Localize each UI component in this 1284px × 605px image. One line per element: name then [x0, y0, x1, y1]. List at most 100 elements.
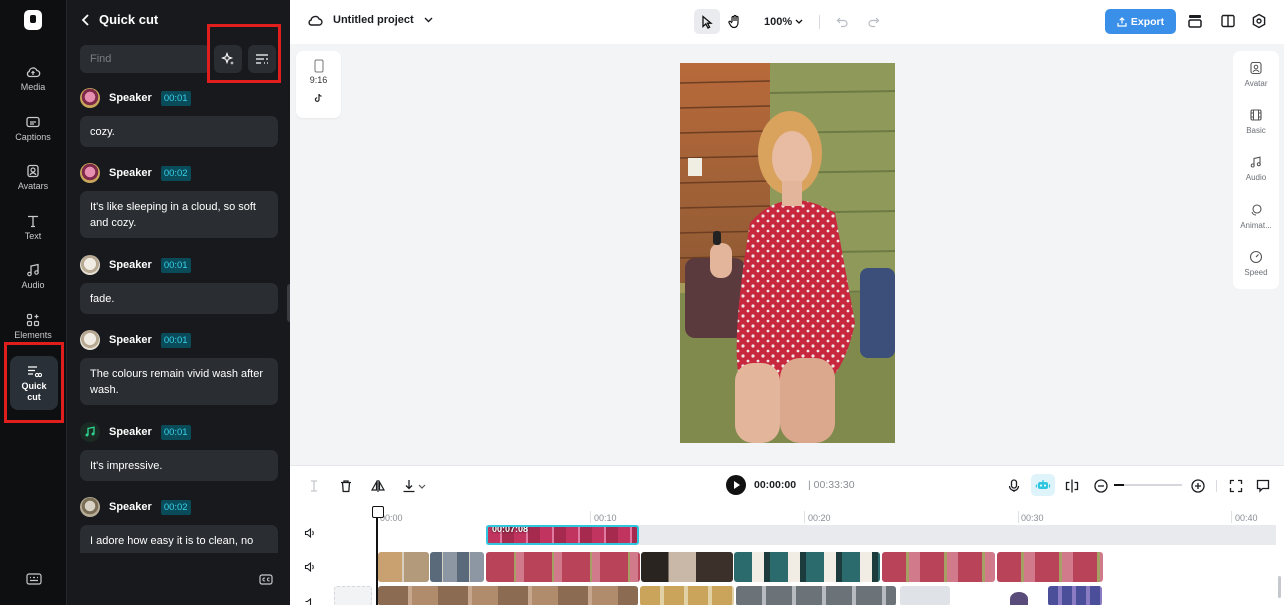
- transcript-text[interactable]: cozy.: [80, 116, 278, 147]
- export-button[interactable]: Export: [1105, 9, 1176, 34]
- trash-icon[interactable]: [338, 478, 354, 494]
- speaker-name: Speaker: [109, 501, 152, 513]
- speaker-row[interactable]: Speaker 00:01: [80, 254, 191, 276]
- timecode-badge[interactable]: 00:01: [160, 332, 191, 348]
- ruler-divider: [1018, 511, 1019, 523]
- canvas-tools: 100%: [694, 9, 880, 34]
- video-clip[interactable]: [430, 552, 484, 582]
- timecode-badge[interactable]: 00:02: [160, 499, 191, 515]
- rail-item-media[interactable]: Media: [5, 64, 61, 110]
- settings-gear-icon[interactable]: [1251, 13, 1267, 29]
- keyboard-icon[interactable]: [26, 572, 42, 586]
- speaker-row[interactable]: Speaker 00:01: [80, 329, 191, 351]
- video-preview[interactable]: [680, 63, 895, 443]
- zoom-level[interactable]: 100%: [764, 16, 792, 28]
- microphone-icon[interactable]: [1006, 478, 1022, 494]
- comment-icon[interactable]: [1255, 478, 1271, 494]
- captions-icon: [26, 116, 40, 128]
- split-layout-icon[interactable]: [1220, 13, 1236, 29]
- video-clip[interactable]: [736, 586, 896, 605]
- chevron-down-icon[interactable]: [795, 19, 803, 25]
- fit-screen-icon[interactable]: [1228, 478, 1244, 494]
- video-clip[interactable]: [900, 586, 950, 605]
- video-clip[interactable]: [1048, 586, 1102, 605]
- clip-duration-label: 00:07:08: [492, 525, 529, 534]
- panel-footer: [67, 553, 291, 605]
- phone-frame-icon: [314, 59, 323, 73]
- time-ruler[interactable]: 00:00 00:10 00:20 00:30 00:40: [376, 506, 1284, 524]
- back-chevron-icon[interactable]: [81, 13, 91, 26]
- video-clip[interactable]: [641, 552, 733, 582]
- speaker-volume-icon[interactable]: [304, 527, 316, 539]
- transcript-text[interactable]: It's like sleeping in a cloud, so soft a…: [80, 191, 278, 238]
- music-note-icon: [85, 426, 95, 437]
- speaker-volume-icon[interactable]: [304, 598, 316, 605]
- video-clip[interactable]: [997, 552, 1103, 582]
- video-clip[interactable]: [486, 552, 640, 582]
- rail-item-avatars[interactable]: Avatars: [5, 163, 61, 209]
- timecode-badge[interactable]: 00:01: [160, 424, 191, 440]
- timecode-badge[interactable]: 00:01: [160, 257, 191, 273]
- ai-magic-button[interactable]: [1031, 474, 1055, 496]
- split-cursor-icon[interactable]: [306, 478, 322, 494]
- total-time-value: 00:33:30: [813, 479, 855, 491]
- timecode-badge[interactable]: 00:02: [160, 165, 191, 181]
- right-tool-panel: Avatar Basic Audio Animat... Speed: [1233, 51, 1279, 289]
- timeline-scrollbar[interactable]: [1278, 576, 1281, 598]
- project-title-group[interactable]: Untitled project: [307, 13, 433, 27]
- video-clip[interactable]: [640, 586, 734, 605]
- zoom-out-icon[interactable]: [1093, 478, 1109, 494]
- video-clip[interactable]: [378, 552, 429, 582]
- download-icon[interactable]: [401, 478, 417, 494]
- transcript-text[interactable]: The colours remain vivid wash after wash…: [80, 358, 278, 405]
- hand-icon[interactable]: [728, 14, 742, 29]
- tool-animation[interactable]: Animat...: [1233, 203, 1279, 230]
- tool-speed[interactable]: Speed: [1233, 250, 1279, 277]
- preview-canvas: 9:16 Avatar Basic Audio Animat... Speed: [290, 44, 1284, 465]
- speaker-row[interactable]: Speaker 00:02: [80, 496, 191, 518]
- timeline-zoom-slider[interactable]: [1114, 484, 1182, 486]
- closed-captions-icon[interactable]: [259, 574, 273, 585]
- tool-avatar[interactable]: Avatar: [1233, 61, 1279, 88]
- layers-stack-icon[interactable]: [1187, 13, 1203, 29]
- empty-slot[interactable]: [334, 586, 372, 605]
- speaker-row[interactable]: Speaker 00:01: [80, 421, 191, 443]
- video-clip[interactable]: [378, 586, 638, 605]
- app-logo-icon[interactable]: [24, 10, 42, 30]
- rail-label: Captions: [15, 132, 51, 142]
- speaker-name: Speaker: [109, 92, 152, 104]
- transcript-text[interactable]: It's impressive.: [80, 450, 278, 481]
- chevron-down-icon[interactable]: [417, 478, 427, 494]
- timecode-badge[interactable]: 00:01: [160, 90, 191, 106]
- play-button[interactable]: [726, 475, 746, 495]
- transcript-text[interactable]: fade.: [80, 283, 278, 314]
- speaker-name: Speaker: [109, 167, 152, 179]
- split-clip-icon[interactable]: [1064, 478, 1080, 494]
- rail-item-captions[interactable]: Captions: [5, 114, 61, 160]
- speaker-row[interactable]: Speaker 00:02: [80, 162, 191, 184]
- rail-item-audio[interactable]: Audio: [5, 262, 61, 308]
- undo-icon[interactable]: [836, 16, 848, 28]
- tool-audio[interactable]: Audio: [1233, 155, 1279, 182]
- speaker-row[interactable]: Speaker 00:01: [80, 87, 191, 109]
- selected-clip[interactable]: 00:07:08: [486, 525, 639, 545]
- tool-basic[interactable]: Basic: [1233, 108, 1279, 135]
- ruler-label: 00:20: [808, 513, 831, 523]
- playhead[interactable]: [372, 506, 384, 605]
- speaker-volume-icon[interactable]: [304, 561, 316, 573]
- rail-item-text[interactable]: Text: [5, 213, 61, 259]
- rail-label: Audio: [21, 280, 45, 290]
- video-clip[interactable]: [882, 552, 995, 582]
- select-tool-button[interactable]: [694, 9, 720, 34]
- video-clip[interactable]: [734, 552, 880, 582]
- aspect-ratio-card[interactable]: 9:16: [296, 51, 341, 118]
- text-icon: [28, 215, 38, 228]
- flip-icon[interactable]: [370, 478, 386, 494]
- find-input[interactable]: Find: [80, 45, 210, 73]
- video-clip[interactable]: [1010, 592, 1028, 605]
- redo-icon[interactable]: [868, 16, 880, 28]
- cloud-icon: [26, 67, 41, 78]
- highlight-box-tools: [207, 24, 281, 83]
- zoom-in-icon[interactable]: [1190, 478, 1206, 494]
- ruler-label: 00:30: [1021, 513, 1044, 523]
